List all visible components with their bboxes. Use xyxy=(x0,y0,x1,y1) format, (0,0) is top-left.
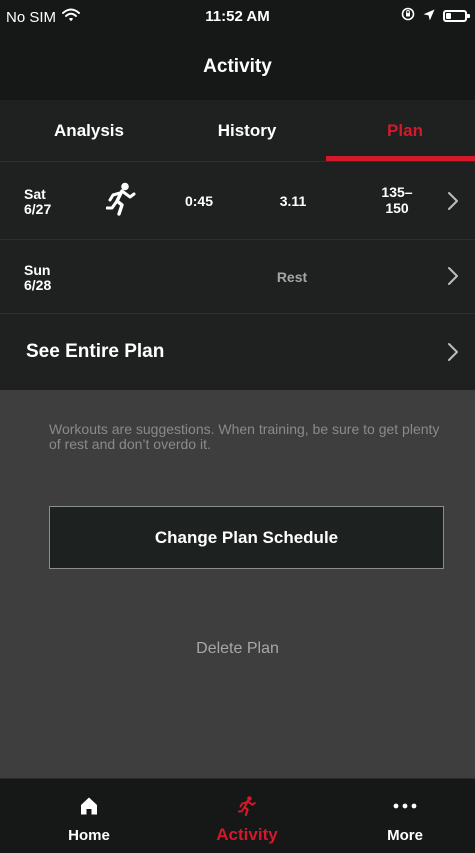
bottom-tab-label: Home xyxy=(68,827,110,844)
status-bar: No SIM 11:52 AM xyxy=(0,0,475,34)
workout-note: Workouts are suggestions. When training,… xyxy=(49,421,440,452)
change-plan-schedule-button[interactable]: Change Plan Schedule xyxy=(49,506,444,569)
more-icon xyxy=(326,795,475,817)
heart-rate-low: 135– xyxy=(381,184,413,200)
bottom-tab-label: More xyxy=(387,827,423,844)
bottom-tab-activity[interactable]: Activity xyxy=(168,779,326,853)
plan-day-row[interactable]: Sun 6/28 Rest xyxy=(0,240,475,314)
see-entire-plan-label: See Entire Plan xyxy=(26,341,165,362)
workout-duration: 0:45 xyxy=(184,193,214,209)
nav-bar: Activity xyxy=(0,34,475,100)
plan-info-panel: Workouts are suggestions. When training,… xyxy=(0,390,475,778)
bottom-tab-more[interactable]: More xyxy=(326,779,475,853)
workout-distance: 3.11 xyxy=(279,193,307,209)
bottom-tab-label: Activity xyxy=(216,825,278,844)
day-date: Sat 6/27 xyxy=(24,187,51,217)
running-icon xyxy=(168,795,326,817)
tab-analysis[interactable]: Analysis xyxy=(10,100,168,162)
bottom-tab-bar: Home Activity More xyxy=(0,778,475,853)
location-icon xyxy=(423,8,435,25)
day-date: Sun 6/28 xyxy=(24,263,51,293)
home-icon xyxy=(10,795,168,817)
day-date-value: 6/28 xyxy=(24,277,52,293)
heart-rate-high: 150 xyxy=(385,200,409,216)
battery-icon xyxy=(443,10,470,22)
running-icon xyxy=(105,182,136,221)
day-date-value: 6/27 xyxy=(24,201,52,217)
heart-rate-range: 135– 150 xyxy=(374,184,420,216)
rotation-lock-icon xyxy=(401,7,415,25)
active-tab-indicator xyxy=(326,156,475,161)
chevron-right-icon xyxy=(443,265,463,287)
status-right xyxy=(401,7,470,25)
chevron-right-icon xyxy=(443,190,463,212)
see-entire-plan-link[interactable]: See Entire Plan xyxy=(0,314,475,390)
page-title: Activity xyxy=(203,56,272,77)
tab-plan[interactable]: Plan xyxy=(326,100,475,162)
tab-history[interactable]: History xyxy=(168,100,326,162)
rest-label: Rest xyxy=(276,269,308,285)
delete-plan-button[interactable]: Delete Plan xyxy=(0,640,475,662)
plan-day-row[interactable]: Sat 6/27 0:45 3.11 135– 150 xyxy=(0,162,475,240)
bottom-tab-home[interactable]: Home xyxy=(10,779,168,853)
segment-tabs: Analysis History Plan xyxy=(0,100,475,162)
day-name: Sat xyxy=(24,186,46,202)
day-name: Sun xyxy=(24,262,51,278)
chevron-right-icon xyxy=(443,341,463,363)
